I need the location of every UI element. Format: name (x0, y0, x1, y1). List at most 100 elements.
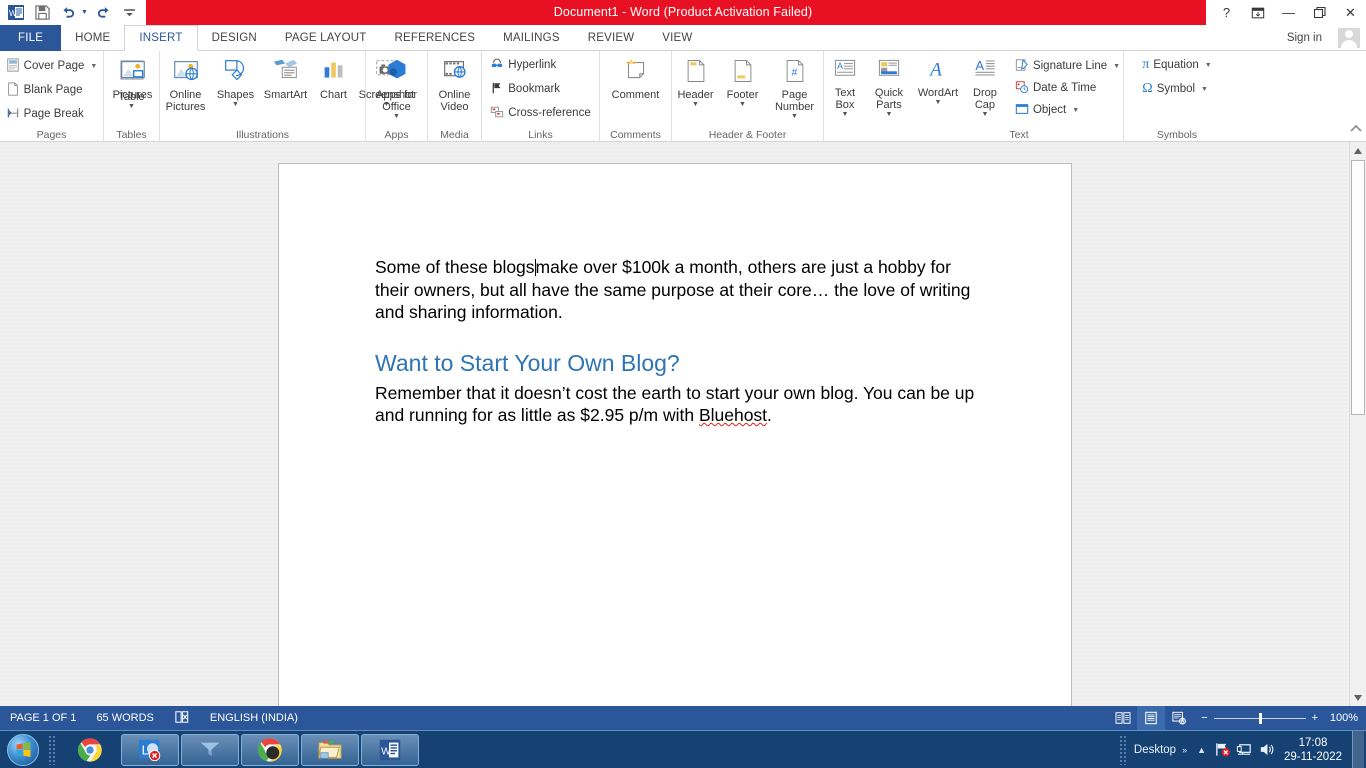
tab-home[interactable]: HOME (61, 25, 124, 51)
scroll-down-button[interactable] (1350, 689, 1366, 706)
document-heading[interactable]: Want to Start Your Own Blog? (375, 348, 975, 378)
page-indicator[interactable]: PAGE 1 OF 1 (0, 712, 86, 724)
vertical-scrollbar[interactable] (1349, 142, 1366, 706)
zoom-in-button[interactable]: + (1312, 712, 1318, 724)
smartart-button[interactable]: SmartArt (260, 54, 312, 101)
proofing-errors-icon[interactable] (164, 710, 200, 727)
taskbar-lync[interactable]: L (121, 733, 179, 766)
ribbon-display-options-icon[interactable] (1242, 0, 1273, 25)
show-desktop-button[interactable] (1352, 730, 1364, 768)
zoom-out-button[interactable]: − (1201, 712, 1207, 724)
comment-button[interactable]: Comment (605, 54, 667, 101)
chevron-down-icon[interactable]: ▼ (981, 111, 988, 119)
quick-parts-button[interactable]: Quick Parts ▼ (867, 54, 911, 119)
object-button[interactable]: Object ▼ (1013, 99, 1122, 121)
overflow-icon[interactable]: » (1178, 745, 1191, 755)
pictures-button[interactable]: Pictures (108, 54, 158, 101)
footer-button[interactable]: Footer ▼ (721, 54, 765, 109)
chevron-down-icon[interactable]: ▼ (232, 101, 239, 109)
cover-page-button[interactable]: Cover Page ▼ (4, 55, 100, 77)
chevron-down-icon[interactable]: ▼ (934, 99, 941, 107)
scroll-up-button[interactable] (1350, 142, 1366, 159)
apps-for-office-button[interactable]: Apps for Office ▼ (370, 54, 424, 121)
help-button[interactable]: ? (1211, 0, 1242, 25)
display-icon[interactable] (1234, 740, 1254, 760)
tab-references[interactable]: REFERENCES (381, 25, 490, 51)
zoom-handle[interactable] (1258, 712, 1262, 724)
print-layout-icon[interactable] (1137, 706, 1166, 730)
online-pictures-button[interactable]: Online Pictures (160, 54, 212, 113)
zoom-level[interactable]: 100% (1326, 712, 1366, 724)
blank-page-button[interactable]: Blank Page (4, 79, 85, 101)
chevron-down-icon[interactable]: ▼ (1113, 63, 1120, 70)
language-indicator[interactable]: ENGLISH (INDIA) (200, 712, 308, 724)
hyperlink-button[interactable]: Hyperlink (488, 54, 558, 76)
zoom-slider[interactable]: − + (1193, 712, 1326, 724)
taskbar-word[interactable]: W (361, 733, 419, 766)
taskbar-explorer[interactable] (301, 733, 359, 766)
zoom-track[interactable] (1213, 712, 1306, 724)
chart-button[interactable]: Chart (314, 54, 354, 101)
bookmark-button[interactable]: Bookmark (488, 78, 562, 100)
document-content[interactable]: Some of these blogsmake over $100k a mon… (375, 256, 975, 427)
tab-insert[interactable]: INSERT (124, 25, 198, 51)
chevron-down-icon[interactable]: ▼ (692, 101, 699, 109)
desktop-label[interactable]: Desktop (1134, 744, 1176, 756)
tray-grip[interactable] (1118, 734, 1128, 765)
tab-design[interactable]: DESIGN (198, 25, 271, 51)
shapes-button[interactable]: Shapes ▼ (214, 54, 258, 109)
date-time-button[interactable]: Date & Time (1013, 77, 1122, 99)
cross-reference-button[interactable]: Cross-reference (488, 102, 592, 124)
symbol-button[interactable]: Ω Symbol ▼ (1140, 78, 1210, 100)
tab-page-layout[interactable]: PAGE LAYOUT (271, 25, 381, 51)
chevron-down-icon[interactable]: ▼ (841, 111, 848, 119)
chevron-down-icon[interactable]: ▼ (1201, 86, 1208, 93)
clock[interactable]: 17:08 29-11-2022 (1278, 736, 1350, 764)
read-mode-icon[interactable] (1109, 706, 1137, 730)
minimize-button[interactable]: — (1273, 0, 1304, 25)
web-layout-icon[interactable] (1165, 706, 1193, 730)
undo-icon[interactable] (58, 3, 78, 23)
tab-review[interactable]: REVIEW (574, 25, 649, 51)
taskbar-chrome[interactable] (241, 733, 299, 766)
tab-file[interactable]: FILE (0, 25, 62, 51)
chevron-down-icon[interactable]: ▼ (791, 113, 798, 121)
customize-qat-icon[interactable] (120, 3, 140, 23)
misspelled-word[interactable]: Bluehost (699, 405, 767, 425)
network-icon[interactable] (1212, 740, 1232, 760)
redo-icon[interactable] (94, 3, 114, 23)
taskbar-grip[interactable] (48, 734, 56, 765)
chevron-down-icon[interactable]: ▼ (393, 113, 400, 121)
scrollbar-thumb[interactable] (1351, 160, 1365, 415)
signature-line-button[interactable]: Signature Line ▼ (1013, 55, 1122, 77)
online-video-button[interactable]: Online Video (428, 54, 482, 113)
equation-button[interactable]: π Equation ▼ (1140, 54, 1213, 76)
chevron-down-icon[interactable]: ▼ (1072, 107, 1079, 114)
sign-in-button[interactable]: Sign in (1287, 25, 1322, 51)
text-box-button[interactable]: A Text Box ▼ (825, 54, 865, 119)
paragraph-2[interactable]: Remember that it doesn’t cost the earth … (375, 382, 975, 427)
chevron-down-icon[interactable]: ▼ (739, 101, 746, 109)
volume-icon[interactable] (1256, 740, 1276, 760)
taskbar-teams[interactable] (181, 733, 239, 766)
close-button[interactable]: ✕ (1335, 0, 1366, 25)
chevron-down-icon[interactable]: ▼ (90, 63, 97, 70)
page-number-button[interactable]: # Page Number ▼ (767, 54, 823, 121)
avatar[interactable] (1338, 28, 1360, 48)
document-page[interactable]: Some of these blogsmake over $100k a mon… (278, 163, 1072, 708)
tab-mailings[interactable]: MAILINGS (489, 25, 574, 51)
chevron-down-icon[interactable]: ▼ (885, 111, 892, 119)
word-count[interactable]: 65 WORDS (86, 712, 163, 724)
page-break-button[interactable]: Page Break (4, 103, 86, 125)
show-hidden-icons-icon[interactable]: ▲ (1193, 745, 1210, 755)
tab-view[interactable]: VIEW (648, 25, 706, 51)
restore-button[interactable] (1304, 0, 1335, 25)
paragraph-1[interactable]: Some of these blogsmake over $100k a mon… (375, 256, 975, 324)
wordart-button[interactable]: A WordArt ▼ (913, 54, 963, 107)
undo-dropdown-caret-icon[interactable]: ▼ (81, 9, 88, 16)
taskbar-chrome-pinned[interactable] (61, 734, 119, 766)
save-icon[interactable] (32, 3, 52, 23)
start-button[interactable] (0, 732, 46, 768)
drop-cap-button[interactable]: A Drop Cap ▼ (965, 54, 1005, 119)
chevron-down-icon[interactable]: ▼ (1205, 62, 1212, 69)
